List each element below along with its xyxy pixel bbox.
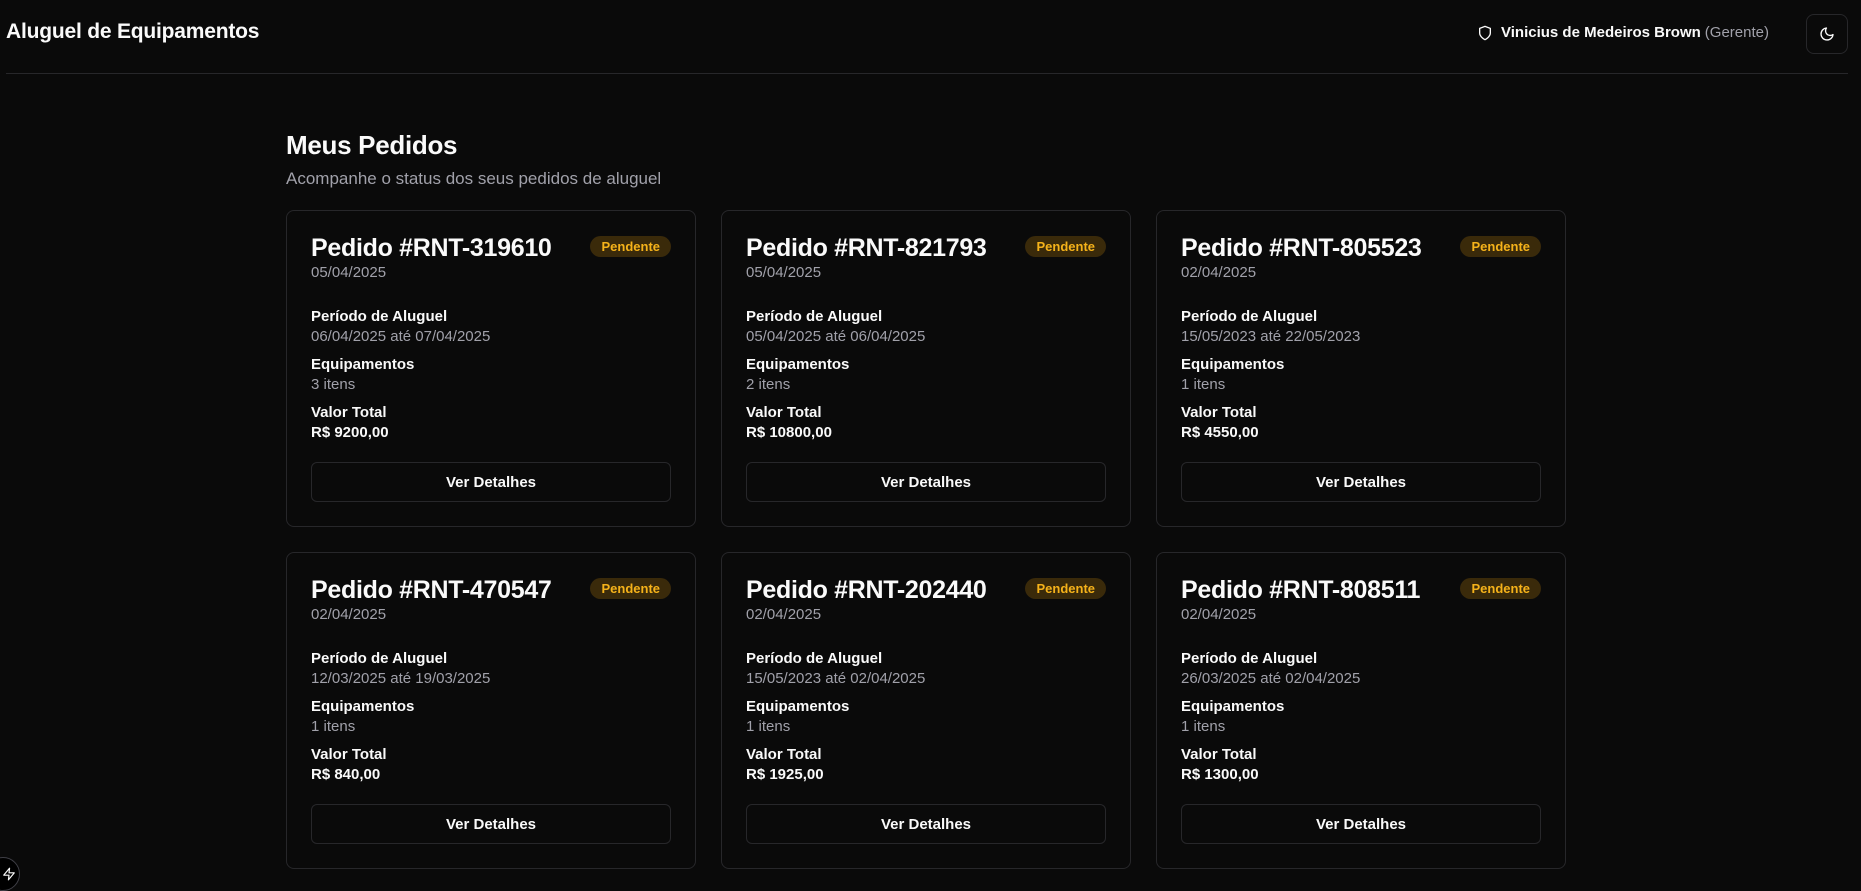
dev-tools-badge[interactable]: [0, 857, 20, 891]
total-field: Valor Total R$ 1925,00: [746, 745, 1106, 785]
page-subtitle: Acompanhe o status dos seus pedidos de a…: [286, 169, 662, 188]
order-card: Pedido #RNT-202440 02/04/2025 Pendente P…: [721, 552, 1131, 869]
total-value: R$ 4550,00: [1181, 424, 1259, 441]
order-card: Pedido #RNT-805523 02/04/2025 Pendente P…: [1156, 210, 1566, 527]
order-fields: Período de Aluguel 06/04/2025 até 07/04/…: [311, 307, 671, 443]
total-label: Valor Total: [311, 746, 387, 763]
total-label: Valor Total: [746, 404, 822, 421]
period-label: Período de Aluguel: [311, 650, 448, 667]
period-label: Período de Aluguel: [746, 650, 883, 667]
user-role: (Gerente): [1704, 24, 1769, 41]
order-fields: Período de Aluguel 15/05/2023 até 22/05/…: [1181, 307, 1541, 443]
page-title: Meus Pedidos: [286, 130, 458, 160]
order-fields: Período de Aluguel 26/03/2025 até 02/04/…: [1181, 649, 1541, 785]
view-details-button[interactable]: Ver Detalhes: [746, 462, 1106, 502]
order-card: Pedido #RNT-808511 02/04/2025 Pendente P…: [1156, 552, 1566, 869]
status-badge: Pendente: [1025, 578, 1106, 599]
view-details-button[interactable]: Ver Detalhes: [1181, 804, 1541, 844]
view-details-button[interactable]: Ver Detalhes: [311, 804, 671, 844]
equipment-label: Equipamentos: [1181, 698, 1285, 715]
total-field: Valor Total R$ 9200,00: [311, 403, 671, 443]
period-label: Período de Aluguel: [311, 308, 448, 325]
equipment-field: Equipamentos 1 itens: [746, 697, 1106, 737]
period-value: 12/03/2025 até 19/03/2025: [311, 670, 491, 687]
period-label: Período de Aluguel: [746, 308, 883, 325]
status-badge: Pendente: [1025, 236, 1106, 257]
equipment-value: 1 itens: [1181, 718, 1226, 735]
moon-icon: [1819, 26, 1835, 42]
order-card: Pedido #RNT-470547 02/04/2025 Pendente P…: [286, 552, 696, 869]
status-badge: Pendente: [1460, 578, 1541, 599]
app-title[interactable]: Aluguel de Equipamentos: [6, 20, 259, 44]
status-badge: Pendente: [590, 236, 671, 257]
status-badge: Pendente: [590, 578, 671, 599]
order-card: Pedido #RNT-319610 05/04/2025 Pendente P…: [286, 210, 696, 527]
main-content: Meus Pedidos Acompanhe o status dos seus…: [286, 130, 1566, 869]
equipment-value: 1 itens: [746, 718, 791, 735]
equipment-field: Equipamentos 3 itens: [311, 355, 671, 395]
period-field: Período de Aluguel 06/04/2025 até 07/04/…: [311, 307, 671, 347]
equipment-label: Equipamentos: [311, 698, 415, 715]
period-label: Período de Aluguel: [1181, 650, 1318, 667]
equipment-field: Equipamentos 1 itens: [1181, 355, 1541, 395]
equipment-value: 1 itens: [311, 718, 356, 735]
total-value: R$ 1925,00: [746, 766, 824, 783]
view-details-button[interactable]: Ver Detalhes: [746, 804, 1106, 844]
total-label: Valor Total: [1181, 746, 1257, 763]
order-date: 05/04/2025: [746, 264, 822, 281]
total-label: Valor Total: [1181, 404, 1257, 421]
lightning-icon: [2, 867, 16, 881]
equipment-label: Equipamentos: [746, 356, 850, 373]
period-label: Período de Aluguel: [1181, 308, 1318, 325]
order-card: Pedido #RNT-821793 05/04/2025 Pendente P…: [721, 210, 1131, 527]
order-date: 02/04/2025: [1181, 606, 1257, 623]
view-details-button[interactable]: Ver Detalhes: [311, 462, 671, 502]
period-field: Período de Aluguel 12/03/2025 até 19/03/…: [311, 649, 671, 689]
period-value: 06/04/2025 até 07/04/2025: [311, 328, 491, 345]
equipment-field: Equipamentos 1 itens: [311, 697, 671, 737]
user-name: Vinicius de Medeiros Brown (Gerente): [1501, 24, 1769, 41]
order-fields: Período de Aluguel 12/03/2025 até 19/03/…: [311, 649, 671, 785]
period-value: 05/04/2025 até 06/04/2025: [746, 328, 926, 345]
equipment-field: Equipamentos 2 itens: [746, 355, 1106, 395]
total-field: Valor Total R$ 4550,00: [1181, 403, 1541, 443]
equipment-value: 1 itens: [1181, 376, 1226, 393]
total-field: Valor Total R$ 1300,00: [1181, 745, 1541, 785]
header-divider: [6, 73, 1848, 74]
period-value: 15/05/2023 até 02/04/2025: [746, 670, 926, 687]
period-field: Período de Aluguel 05/04/2025 até 06/04/…: [746, 307, 1106, 347]
order-fields: Período de Aluguel 05/04/2025 até 06/04/…: [746, 307, 1106, 443]
shield-icon: [1477, 25, 1493, 41]
total-field: Valor Total R$ 10800,00: [746, 403, 1106, 443]
order-date: 02/04/2025: [1181, 264, 1257, 281]
order-date: 02/04/2025: [746, 606, 822, 623]
view-details-button[interactable]: Ver Detalhes: [1181, 462, 1541, 502]
total-label: Valor Total: [746, 746, 822, 763]
total-value: R$ 840,00: [311, 766, 381, 783]
user-info: Vinicius de Medeiros Brown (Gerente): [1477, 24, 1769, 41]
equipment-value: 2 itens: [746, 376, 791, 393]
period-value: 15/05/2023 até 22/05/2023: [1181, 328, 1361, 345]
total-label: Valor Total: [311, 404, 387, 421]
period-field: Período de Aluguel 15/05/2023 até 22/05/…: [1181, 307, 1541, 347]
total-value: R$ 9200,00: [311, 424, 389, 441]
equipment-label: Equipamentos: [746, 698, 850, 715]
period-field: Período de Aluguel 26/03/2025 até 02/04/…: [1181, 649, 1541, 689]
total-field: Valor Total R$ 840,00: [311, 745, 671, 785]
order-date: 05/04/2025: [311, 264, 387, 281]
status-badge: Pendente: [1460, 236, 1541, 257]
equipment-value: 3 itens: [311, 376, 356, 393]
period-value: 26/03/2025 até 02/04/2025: [1181, 670, 1361, 687]
equipment-label: Equipamentos: [311, 356, 415, 373]
equipment-label: Equipamentos: [1181, 356, 1285, 373]
orders-grid: Pedido #RNT-319610 05/04/2025 Pendente P…: [286, 210, 1566, 869]
total-value: R$ 1300,00: [1181, 766, 1259, 783]
order-fields: Período de Aluguel 15/05/2023 até 02/04/…: [746, 649, 1106, 785]
app-header: Aluguel de Equipamentos Vinicius de Mede…: [0, 0, 1861, 74]
period-field: Período de Aluguel 15/05/2023 até 02/04/…: [746, 649, 1106, 689]
theme-toggle-button[interactable]: [1806, 14, 1848, 54]
total-value: R$ 10800,00: [746, 424, 832, 441]
order-date: 02/04/2025: [311, 606, 387, 623]
equipment-field: Equipamentos 1 itens: [1181, 697, 1541, 737]
